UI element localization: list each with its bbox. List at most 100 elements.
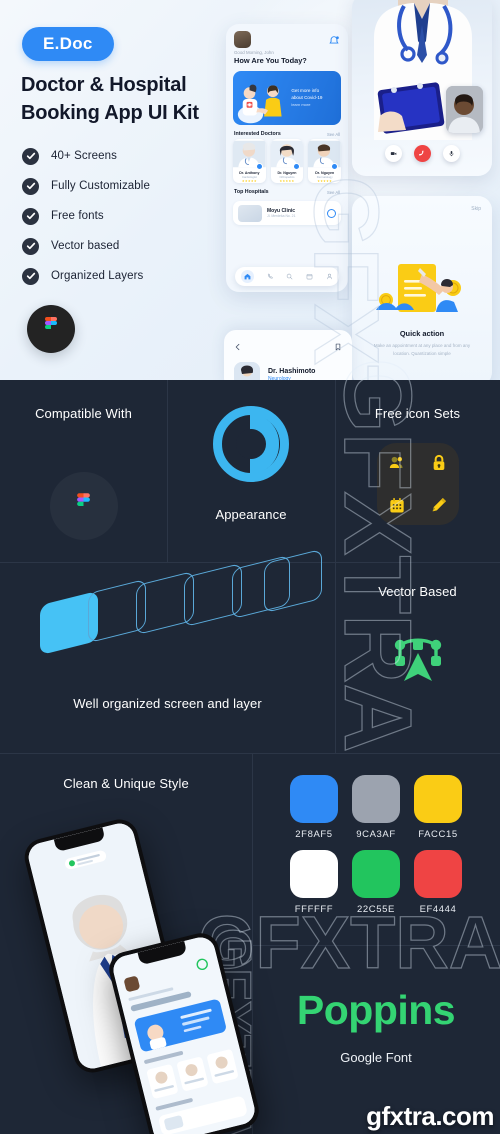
color-swatch: EF4444 (414, 850, 462, 915)
nav-phone-icon[interactable] (267, 273, 274, 280)
lock-icon (429, 453, 449, 473)
panel-icon-sets: Free icon Sets (335, 380, 500, 562)
check-circle-icon (22, 267, 39, 285)
feature-item: Vector based (22, 233, 150, 259)
panel-title: Well organized screen and layer (73, 696, 262, 711)
phone-header (226, 24, 348, 50)
nav-search-icon[interactable] (286, 273, 293, 280)
see-all-link[interactable]: See All (327, 190, 340, 195)
appointment-illustration (352, 258, 492, 320)
color-swatch: 2F8AF5 (290, 775, 338, 840)
hospital-card[interactable]: Moyu Clinic Jl. Merdeka No. 21 (233, 201, 341, 225)
doctor-photo (234, 362, 260, 380)
onboarding-body: Make an appointment at any place and fro… (373, 343, 471, 356)
swatch-chip (414, 850, 462, 898)
hospital-address: Jl. Merdeka No. 21 (267, 214, 296, 218)
swatch-label: 2F8AF5 (295, 829, 333, 840)
detail-doctor-row: Dr. Hashimoto Neurology (224, 356, 352, 380)
patient-video-thumbnail (446, 86, 483, 133)
hospital-info: Moyu Clinic Jl. Merdeka No. 21 (267, 208, 295, 218)
panel-title: Appearance (215, 507, 287, 522)
feature-label: Organized Layers (51, 270, 144, 282)
panel-appearance: Appearance (167, 380, 335, 562)
doctor-card[interactable]: Dr. Anthony Cardiologist ★★★★★ (233, 139, 266, 183)
see-all-link[interactable]: See All (327, 132, 340, 137)
swatch-chip (290, 850, 338, 898)
swatch-label: FFFFFF (294, 904, 334, 915)
swatch-label: 22C55E (357, 904, 395, 915)
swatch-chip (352, 775, 400, 823)
section-title: Top Hospitals (234, 189, 269, 195)
nav-home-icon[interactable] (241, 270, 255, 283)
covid-banner[interactable]: Get more info about Covid-19 learn more (233, 71, 341, 125)
feature-item: Organized Layers (22, 263, 150, 289)
doctor-card[interactable]: Dr. Nguyen Dermatology ★★★★★ (308, 139, 342, 183)
phone-title: How Are You Today? (234, 56, 307, 65)
panel-color-palette: 2F8AF5 9CA3AF FACC15 FFFFFF 22C55E EF444… (252, 753, 500, 945)
back-arrow-icon[interactable] (234, 338, 242, 356)
panel-title: Clean & Unique Style (63, 776, 189, 791)
doctor-card-list: Dr. Anthony Cardiologist ★★★★★ Dr. Nguye… (226, 139, 348, 183)
figma-logo-icon (27, 305, 75, 353)
check-circle-icon (22, 177, 39, 195)
banner-text: Get more info about Covid-19 learn more (291, 88, 327, 108)
banner-learn-more[interactable]: learn more (291, 102, 322, 108)
hospital-go-icon[interactable] (327, 208, 336, 218)
nav-calendar-icon[interactable] (306, 273, 313, 280)
swatch-chip (290, 775, 338, 823)
page-title: Doctor & Hospital Booking App UI Kit (21, 74, 199, 124)
check-circle-icon (22, 237, 39, 255)
skip-link[interactable]: Skip (471, 206, 481, 212)
swatch-chip (414, 775, 462, 823)
swatch-label: 9CA3AF (356, 829, 396, 840)
doctors-section-header: Interested Doctors See All (226, 125, 348, 139)
swatch-label: FACC15 (418, 829, 458, 840)
color-swatch: 9CA3AF (352, 775, 400, 840)
end-call-icon[interactable] (413, 145, 431, 162)
font-source: Google Font (340, 1050, 412, 1065)
doctor-detail-card: Dr. Hashimoto Neurology (224, 330, 352, 380)
brand-badge: E.Doc (22, 27, 114, 61)
onboarding-title: Quick action (399, 329, 445, 338)
doctor-rating: ★★★★★ (317, 179, 333, 183)
feature-item: Fully Customizable (22, 173, 150, 199)
font-name: Poppins (296, 987, 456, 1033)
avatar (234, 31, 251, 48)
brand-watermark: gfxtra.com (366, 1101, 494, 1131)
check-circle-icon (22, 207, 39, 225)
feature-item: Free fonts (22, 203, 150, 229)
phone-home-mockup: Good Morning, John How Are You Today? Ge… (226, 24, 348, 292)
microphone-icon[interactable] (442, 145, 460, 162)
pencil-icon (429, 495, 449, 515)
detail-doctor-info: Dr. Hashimoto Neurology (268, 368, 315, 380)
call-controls (352, 145, 492, 162)
hero-section: E.Doc Doctor & Hospital Booking App UI K… (0, 0, 500, 380)
panel-title: Free icon Sets (374, 406, 461, 421)
bookmark-icon[interactable] (334, 338, 342, 356)
panel-vector-based: Vector Based (335, 562, 500, 753)
nav-profile-icon[interactable] (326, 273, 333, 280)
banner-line-1: Get more info (291, 88, 320, 94)
feature-label: Free fonts (51, 210, 104, 222)
panel-compatible-with: Compatible With (0, 380, 167, 562)
swatch-chip (352, 850, 400, 898)
color-swatch: 22C55E (352, 850, 400, 915)
swatch-grid: 2F8AF5 9CA3AF FACC15 FFFFFF 22C55E EF444… (290, 775, 462, 915)
feature-item: 40+ Screens (22, 143, 150, 169)
layer-stack-illustration (20, 548, 322, 664)
hospital-photo (238, 204, 262, 222)
promo-page: E.Doc Doctor & Hospital Booking App UI K… (0, 0, 500, 1134)
color-swatch: FACC15 (414, 775, 462, 840)
panel-title: Vector Based (378, 584, 457, 599)
doctor-rating: ★★★★★ (241, 179, 257, 183)
swatch-label: EF4444 (419, 904, 457, 915)
feature-label: Fully Customizable (51, 180, 150, 192)
panel-title: Compatible With (35, 406, 132, 421)
camera-icon[interactable] (384, 145, 402, 162)
section-title: Interested Doctors (234, 131, 281, 137)
notification-bell-icon[interactable] (328, 34, 340, 46)
users-icon (387, 453, 407, 473)
doctor-card[interactable]: Dr. Nguyen Orthopedics ★★★★★ (270, 139, 304, 183)
light-dark-mode-icon (213, 406, 289, 482)
banner-illustration (233, 71, 291, 125)
